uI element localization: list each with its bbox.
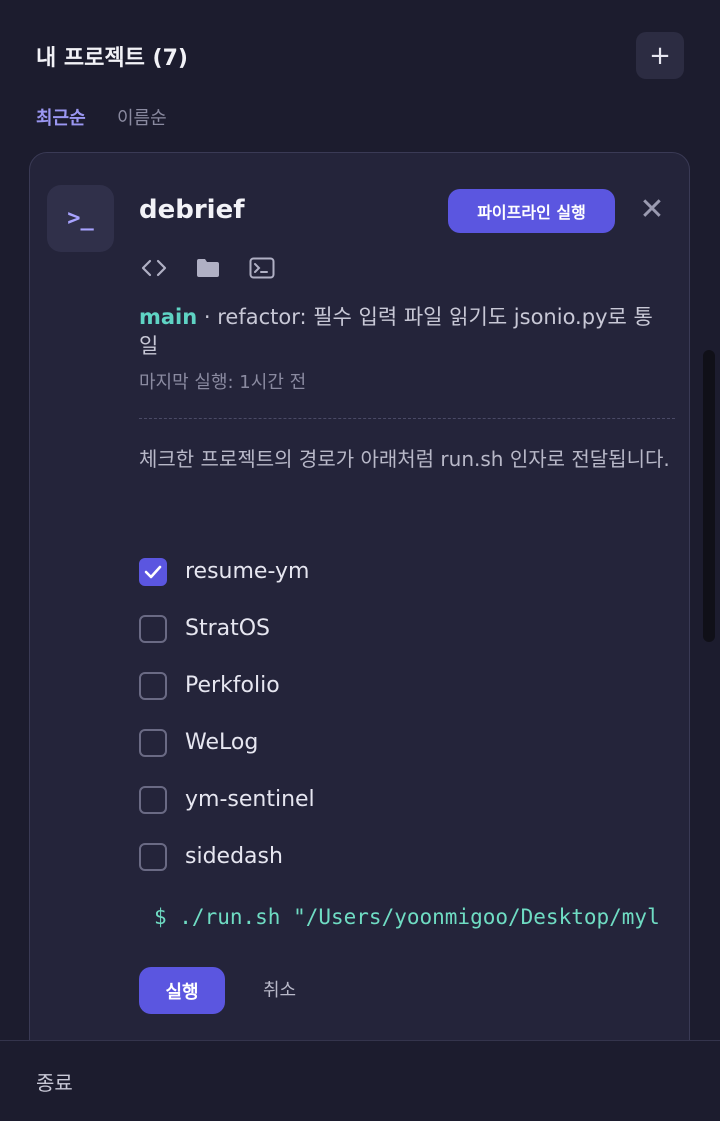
checkbox[interactable] <box>139 728 167 757</box>
description: 체크한 프로젝트의 경로가 아래처럼 run.sh 인자로 전달됩니다. <box>139 447 670 471</box>
separator: · <box>197 305 218 329</box>
checklist-item[interactable]: ym-sentinel <box>139 771 315 828</box>
checklist-label: ym-sentinel <box>185 787 315 812</box>
checklist-label: resume-ym <box>185 559 310 584</box>
last-run-time: 마지막 실행: 1시간 전 <box>139 372 307 393</box>
sort-recent-tab[interactable]: 최근순 <box>36 104 86 130</box>
run-pipeline-button[interactable]: 파이프라인 실행 <box>448 189 615 233</box>
page-title: 내 프로젝트 (7) <box>36 46 188 71</box>
scrollbar[interactable] <box>703 350 715 642</box>
project-checklist: resume-ym StratOS Perkfolio WeLog ym-sentine… <box>139 543 315 885</box>
project-card: >_ debrief 파이프라인 실행 ✕ main · refactor: 필… <box>29 152 690 1062</box>
folder-icon[interactable] <box>193 253 223 283</box>
commit-message: refactor: 필수 입력 파일 읽기도 jsonio.py로 통일 <box>139 305 653 358</box>
add-project-button[interactable]: + <box>636 32 684 79</box>
checklist-item[interactable]: resume-ym <box>139 543 315 600</box>
project-tools <box>139 253 277 283</box>
checklist-label: StratOS <box>185 616 271 641</box>
check-icon <box>144 565 162 578</box>
checklist-label: Perkfolio <box>185 673 280 698</box>
project-name: debrief <box>139 195 245 225</box>
checkbox[interactable] <box>139 842 167 871</box>
checkbox[interactable] <box>139 785 167 814</box>
checklist-item[interactable]: sidedash <box>139 828 315 885</box>
command-preview: $ ./run.sh "/Users/yoonmigoo/Desktop/myl <box>154 905 660 929</box>
checkbox[interactable] <box>139 557 167 586</box>
divider <box>139 418 675 419</box>
terminal-project-icon: >_ <box>47 185 114 252</box>
checklist-label: sidedash <box>185 844 283 869</box>
checklist-item[interactable]: WeLog <box>139 714 315 771</box>
close-icon[interactable]: ✕ <box>636 192 668 227</box>
plus-icon: + <box>649 40 671 71</box>
code-icon[interactable] <box>139 253 169 283</box>
run-button[interactable]: 실행 <box>139 967 225 1014</box>
checklist-item[interactable]: Perkfolio <box>139 657 315 714</box>
checklist-item[interactable]: StratOS <box>139 600 315 657</box>
branch-name: main <box>139 305 198 329</box>
footer: 종료 <box>0 1040 720 1121</box>
checkbox[interactable] <box>139 671 167 700</box>
checkbox[interactable] <box>139 614 167 643</box>
checklist-label: WeLog <box>185 730 259 755</box>
sort-name-tab[interactable]: 이름순 <box>117 104 167 130</box>
last-commit: main · refactor: 필수 입력 파일 읽기도 jsonio.py로… <box>139 303 669 361</box>
terminal-icon[interactable] <box>247 253 277 283</box>
quit-button[interactable]: 종료 <box>36 1067 73 1096</box>
cancel-button[interactable]: 취소 <box>263 976 296 1002</box>
